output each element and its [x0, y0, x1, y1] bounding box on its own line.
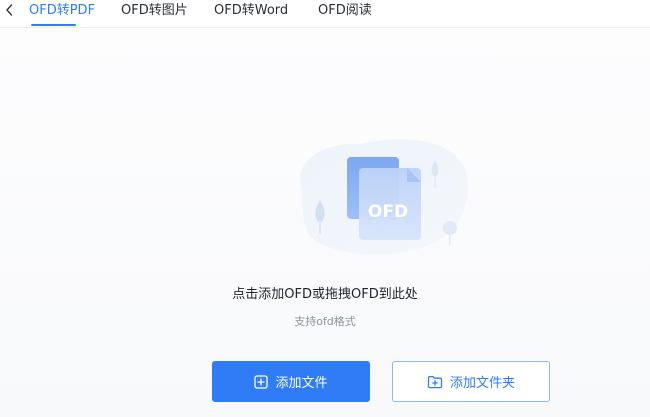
tab-ofd-to-pdf[interactable]: OFD转PDF	[29, 2, 95, 20]
add-file-label: 添加文件	[275, 376, 328, 391]
plus-square-icon	[254, 374, 269, 389]
tab-ofd-to-word[interactable]: OFD转Word	[214, 2, 288, 20]
add-file-button[interactable]: 添加文件	[212, 361, 370, 402]
folder-plus-icon	[427, 375, 443, 388]
tab-ofd-to-image[interactable]: OFD转图片	[121, 2, 188, 20]
back-chevron-icon[interactable]	[3, 2, 17, 18]
active-tab-indicator	[31, 24, 76, 26]
add-folder-button[interactable]: 添加文件夹	[392, 361, 550, 402]
add-folder-label: 添加文件夹	[449, 376, 515, 391]
ofd-file-illustration: OFD	[300, 139, 468, 255]
top-tab-bar: OFD转PDF OFD转图片 OFD转Word OFD阅读	[0, 0, 650, 28]
dropzone-title: 点击添加OFD或拖拽OFD到此处	[232, 287, 418, 302]
dropzone-subtitle: 支持ofd格式	[294, 315, 356, 328]
ofd-badge-text: OFD	[368, 202, 408, 222]
tab-ofd-reader[interactable]: OFD阅读	[318, 2, 372, 20]
